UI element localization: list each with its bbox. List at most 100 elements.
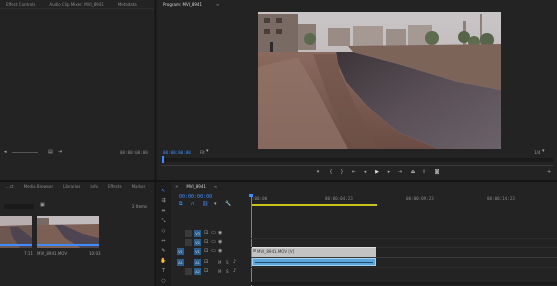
solo-button[interactable]: S: [226, 260, 229, 265]
track-label-a2[interactable]: A2: [194, 268, 201, 275]
solo-button[interactable]: S: [226, 269, 229, 274]
video-clip-v1[interactable]: MVI_8941.MOV [V]: [252, 247, 376, 257]
tab-info[interactable]: Info: [90, 184, 98, 189]
transport-controls: ▾ { } ⇤ ◂ ▶ ▸ ⇥ ⏏ ⇪ ◙: [315, 170, 445, 178]
sync-lock-icon[interactable]: ▭: [211, 231, 216, 236]
tab-project[interactable]: ...ct: [6, 184, 14, 189]
source-patch-a2[interactable]: [185, 268, 192, 275]
program-timecode[interactable]: 00:00:00:00: [163, 150, 191, 155]
snap-icon[interactable]: ∩: [191, 202, 195, 207]
mute-button[interactable]: M: [218, 260, 221, 265]
rate-stretch-tool-icon[interactable]: ⤡: [160, 217, 167, 224]
tab-sequence[interactable]: MVI_8941: [186, 184, 206, 189]
timeline-settings-icon[interactable]: 🔧: [225, 202, 231, 207]
export-icon[interactable]: ⇥: [58, 150, 62, 155]
lift-icon[interactable]: ⏏: [410, 170, 416, 175]
mark-out-icon[interactable]: }: [339, 170, 345, 175]
timeline-timecode[interactable]: 00:00:00:00: [179, 194, 212, 200]
eye-icon[interactable]: ◉: [218, 249, 222, 254]
new-bin-icon[interactable]: ▣: [40, 203, 45, 208]
mute-button[interactable]: M: [218, 269, 221, 274]
tab-audio-clip-mixer[interactable]: Audio Clip Mixer: MVI_8941: [49, 2, 103, 7]
zoom-scrollbar[interactable]: [12, 152, 38, 153]
timeline-playhead[interactable]: [251, 194, 252, 286]
track-select-tool-icon[interactable]: ⇶: [160, 197, 167, 204]
sync-lock-icon[interactable]: ▭: [211, 240, 216, 245]
resolution-dropdown-icon[interactable]: ▾: [542, 149, 545, 154]
eye-icon[interactable]: ◉: [218, 240, 222, 245]
sequence-menu-icon[interactable]: ≡: [214, 184, 217, 189]
tab-program[interactable]: Program: MVI_8941: [163, 2, 202, 7]
clip-2-duration: 10:03: [89, 251, 101, 256]
play-icon[interactable]: ▶: [374, 170, 380, 175]
add-marker-icon[interactable]: ▾: [315, 170, 321, 175]
project-search-input[interactable]: [4, 204, 34, 209]
razor-tool-icon[interactable]: ◇: [160, 227, 167, 234]
source-patch-v2[interactable]: [185, 239, 192, 246]
sync-lock-icon[interactable]: ▭: [211, 249, 216, 254]
tab-libraries[interactable]: Libraries: [63, 184, 80, 189]
playhead-handle[interactable]: [249, 194, 253, 197]
program-monitor: Program: MVI_8941 ≡ 00:00:00:00 Fit ▾ 1/…: [157, 0, 557, 180]
tab-effect-controls[interactable]: Effect Controls: [6, 2, 35, 7]
program-scrubber[interactable]: [161, 158, 553, 162]
program-video-frame: [258, 12, 501, 149]
zoom-tool-icon[interactable]: ○: [160, 277, 167, 284]
lock-icon[interactable]: ⊡: [204, 231, 208, 236]
source-patch-v3[interactable]: [185, 230, 192, 237]
work-area-bar[interactable]: [251, 204, 377, 206]
tab-effects[interactable]: Effects: [108, 184, 122, 189]
tab-metadata[interactable]: Metadata: [118, 2, 137, 7]
mark-in-icon[interactable]: {: [328, 170, 334, 175]
timeline-close-icon[interactable]: ✕: [175, 184, 178, 189]
lock-icon[interactable]: ⊡: [204, 240, 208, 245]
linked-selection-icon[interactable]: ⛓: [202, 202, 208, 207]
audio-clip-a1[interactable]: [252, 258, 376, 266]
fit-dropdown-icon[interactable]: ▾: [206, 149, 209, 154]
project-clip-2[interactable]: MVI_8941.MOV 10:03: [37, 216, 101, 258]
program-playhead[interactable]: [162, 156, 164, 163]
project-panel: ...ct Media Browser Libraries Info Effec…: [0, 182, 154, 286]
add-button-icon[interactable]: +: [547, 170, 551, 175]
track-label-v3[interactable]: V3: [194, 230, 201, 237]
nest-icon[interactable]: ⧉: [179, 202, 183, 207]
clip-1-duration: 7:11: [24, 251, 33, 256]
go-to-out-icon[interactable]: ⇥: [397, 170, 403, 175]
source-patch-v1[interactable]: V1: [177, 248, 184, 255]
zoom-out-icon[interactable]: ◂: [4, 150, 7, 155]
fx-badge-icon: [253, 249, 256, 252]
lock-icon[interactable]: ⊡: [204, 249, 208, 254]
type-tool-icon[interactable]: T: [160, 267, 167, 274]
time-ruler[interactable]: :00:00 00:00:04:23 00:00:09:23 00:00:14:…: [251, 194, 557, 208]
project-clip-1[interactable]: 7:11: [0, 216, 33, 258]
extract-icon[interactable]: ⇪: [421, 170, 427, 175]
add-marker-icon[interactable]: ▾: [214, 202, 217, 207]
mic-icon[interactable]: ♪: [233, 260, 236, 265]
hand-tool-icon[interactable]: ✋: [160, 257, 167, 264]
pen-tool-icon[interactable]: ✎: [160, 247, 167, 254]
track-label-a1[interactable]: A1: [194, 259, 201, 266]
tab-media-browser[interactable]: Media Browser: [24, 184, 54, 189]
tab-menu-icon[interactable]: ≡: [216, 2, 219, 7]
export-frame-icon[interactable]: ◙: [434, 170, 440, 175]
slip-tool-icon[interactable]: ⇔: [160, 237, 167, 244]
lock-icon[interactable]: ⊡: [204, 260, 208, 265]
lock-icon[interactable]: ⊡: [204, 269, 208, 274]
tab-markers[interactable]: Marker: [132, 184, 146, 189]
timeline-scrollbar[interactable]: [251, 282, 557, 285]
track-label-v2[interactable]: V2: [194, 239, 201, 246]
source-panel: Effect Controls Audio Clip Mixer: MVI_89…: [0, 0, 154, 180]
track-label-v1[interactable]: V1: [194, 248, 201, 255]
step-forward-icon[interactable]: ▸: [386, 170, 392, 175]
project-items-count: 2 Items: [132, 204, 148, 209]
source-patch-a1[interactable]: A1: [177, 259, 184, 266]
filter-icon[interactable]: ▤: [48, 150, 53, 155]
mic-icon[interactable]: ♪: [233, 269, 236, 274]
go-to-in-icon[interactable]: ⇤: [351, 170, 357, 175]
step-back-icon[interactable]: ◂: [362, 170, 368, 175]
fit-select[interactable]: Fit: [200, 150, 205, 155]
playback-resolution-select[interactable]: 1/4: [534, 150, 540, 155]
selection-tool-icon[interactable]: ↖: [160, 187, 167, 194]
eye-icon[interactable]: ◉: [218, 231, 222, 236]
ripple-edit-tool-icon[interactable]: ⇹: [160, 207, 167, 214]
